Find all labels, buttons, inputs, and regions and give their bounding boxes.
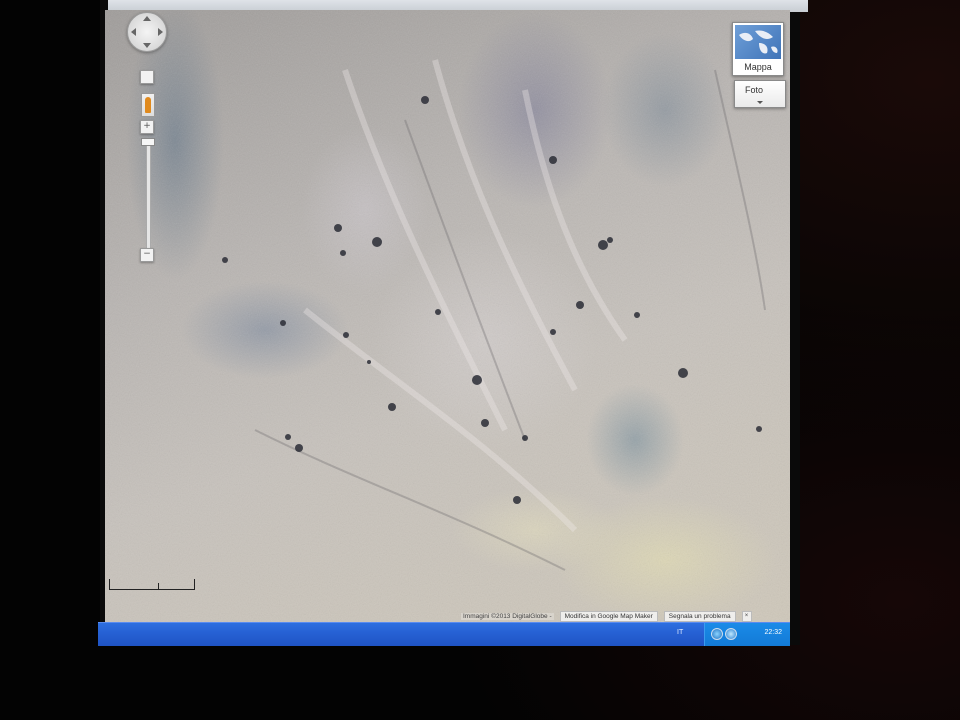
zoom-in-button[interactable]: + xyxy=(140,120,154,134)
maptype-map-button[interactable]: Mappa xyxy=(732,22,784,76)
pan-up-icon[interactable] xyxy=(143,16,151,21)
terrain-texture xyxy=(105,10,790,622)
taskbar-clock[interactable]: 22:32 xyxy=(764,629,782,636)
maptype-map-label: Mappa xyxy=(744,62,772,72)
globe-tray-icon[interactable] xyxy=(725,628,737,640)
system-tray: IT 22:32 xyxy=(677,623,790,646)
pan-right-icon[interactable] xyxy=(158,28,163,36)
close-icon[interactable]: × xyxy=(741,611,752,622)
report-problem-link[interactable]: Segnala un problema xyxy=(663,611,736,622)
network-icon[interactable] xyxy=(711,628,723,640)
language-indicator[interactable]: IT xyxy=(677,629,683,636)
satellite-map[interactable]: + − Mappa Foto Immagini ©2013 DigitalGlo… xyxy=(105,10,790,622)
scale-bar-tick xyxy=(158,583,159,589)
windows-taskbar: IT 22:32 xyxy=(98,622,790,646)
pan-left-icon[interactable] xyxy=(131,28,136,36)
rotate-button[interactable] xyxy=(140,70,154,84)
zoom-slider-handle[interactable] xyxy=(141,138,155,146)
scale-bar xyxy=(109,579,195,590)
pan-down-icon[interactable] xyxy=(143,43,151,48)
edit-in-map-maker-link[interactable]: Modifica in Google Map Maker xyxy=(559,611,658,622)
zoom-out-button[interactable]: − xyxy=(140,248,154,262)
maptype-foto-label: Foto xyxy=(745,85,764,95)
pegman-icon[interactable] xyxy=(141,93,155,117)
imagery-copyright: Immagini ©2013 DigitalGlobe - xyxy=(461,613,554,620)
chevron-down-icon xyxy=(757,101,763,104)
map-attribution: Immagini ©2013 DigitalGlobe - Modifica i… xyxy=(461,611,752,622)
globe-icon xyxy=(735,25,781,59)
pegman-figure xyxy=(145,97,151,113)
pan-control-icon[interactable] xyxy=(127,12,167,52)
maptype-foto-button[interactable]: Foto xyxy=(734,80,786,108)
zoom-slider-track[interactable] xyxy=(146,140,151,252)
